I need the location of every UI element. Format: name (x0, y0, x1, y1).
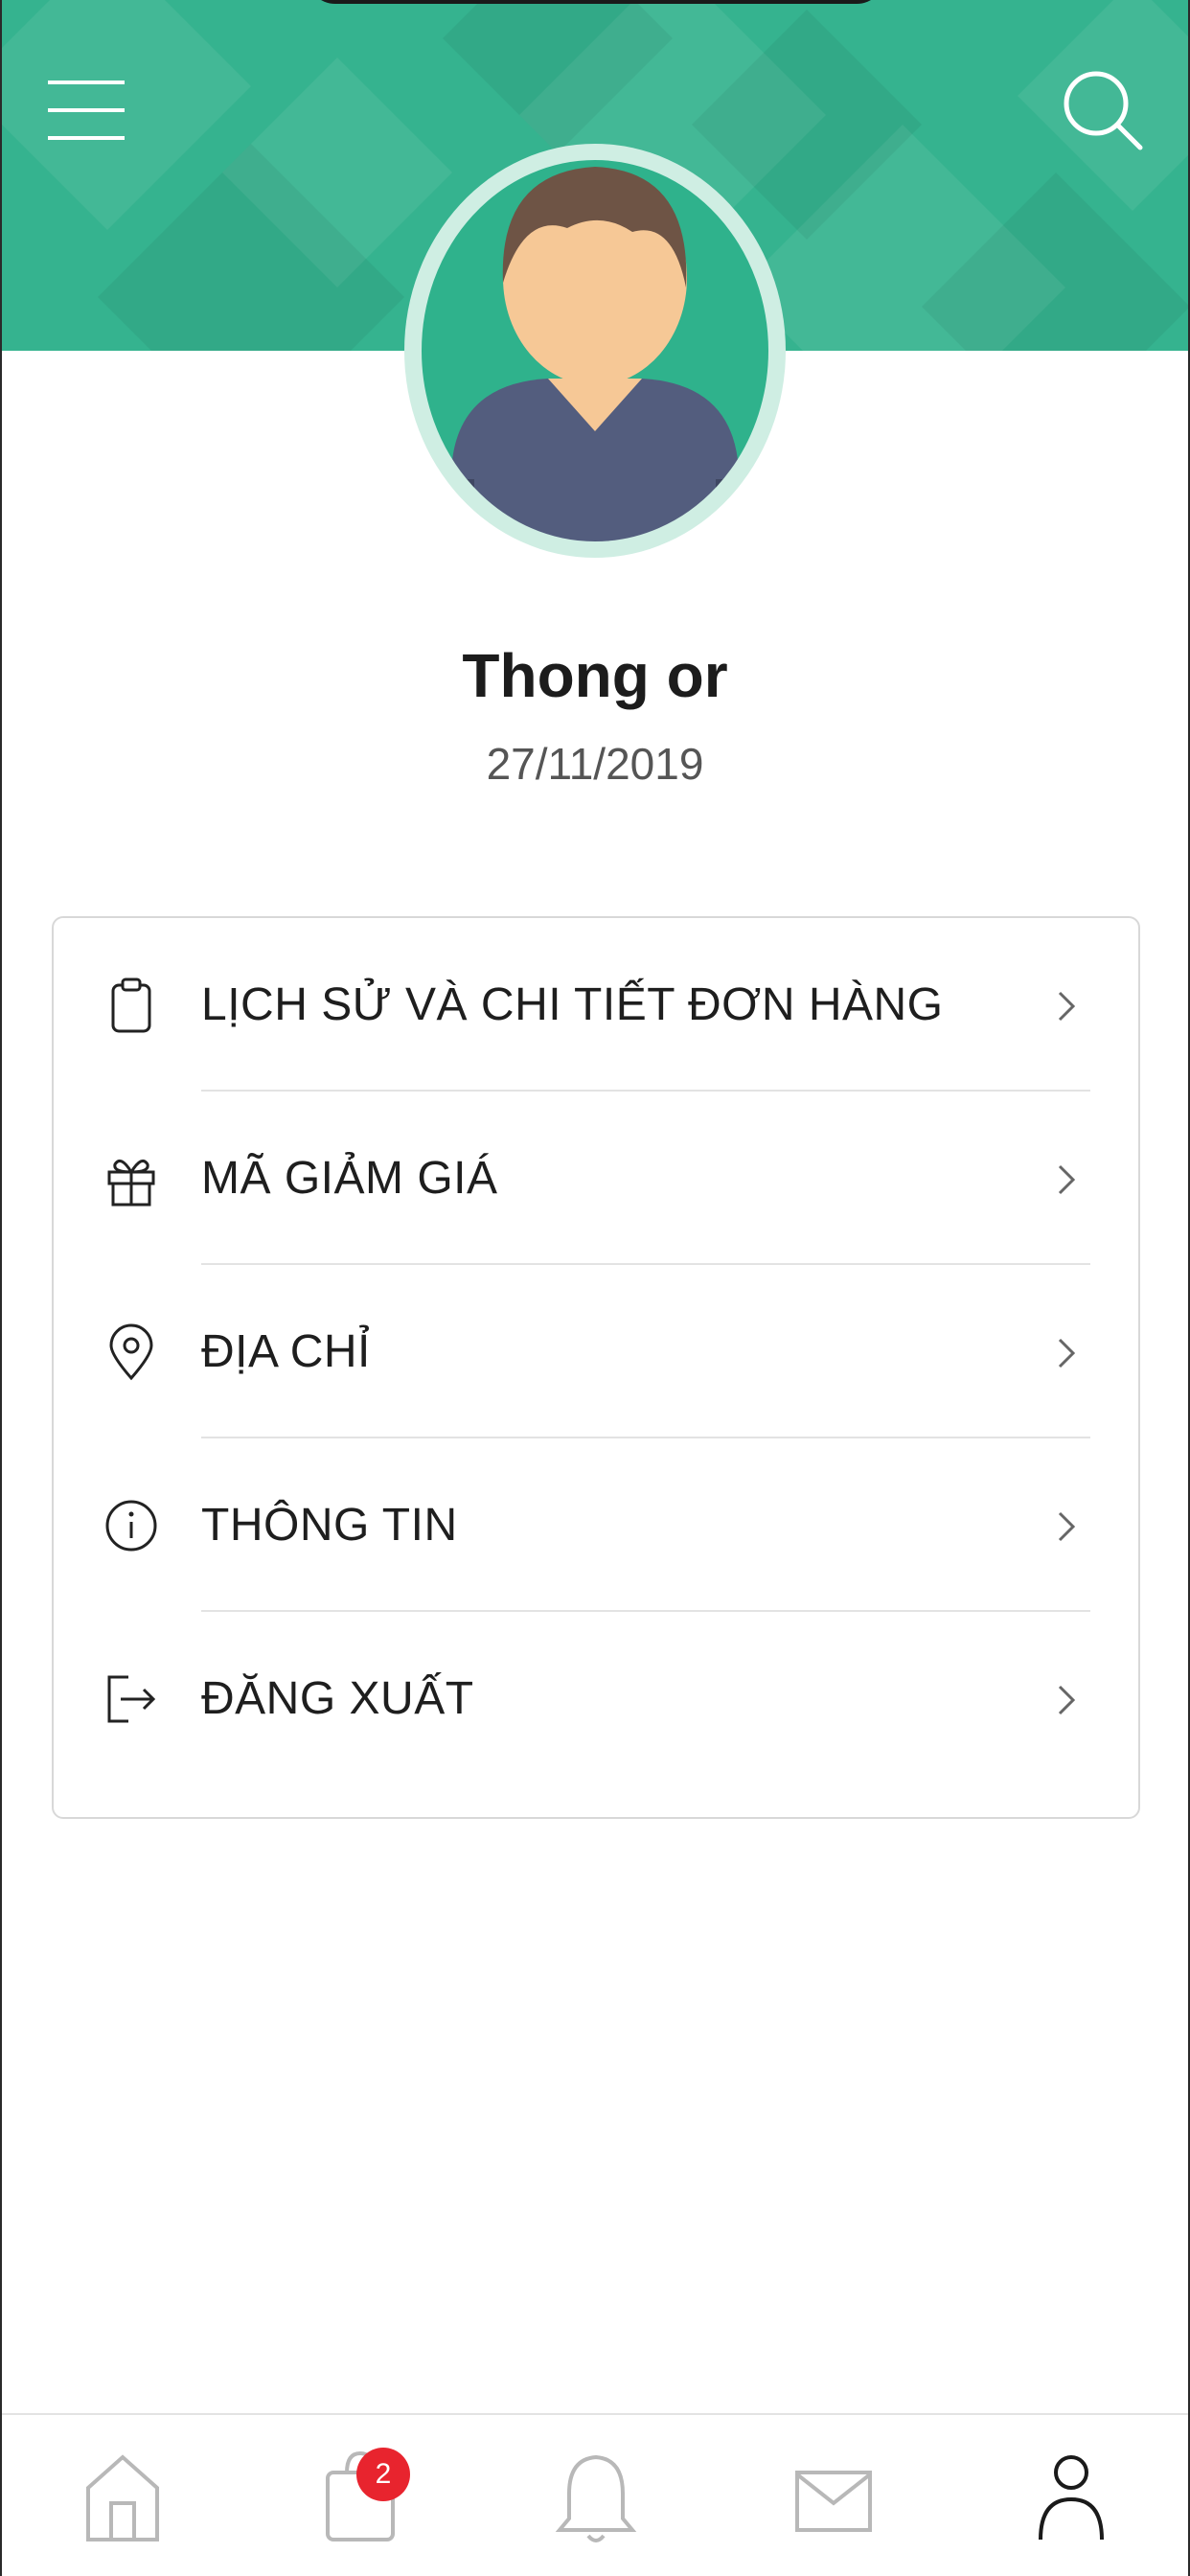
chevron-right-icon (1058, 1338, 1076, 1368)
menu-item-logout[interactable]: ĐĂNG XUẤT (54, 1612, 1138, 1785)
menu-item-vouchers[interactable]: MÃ GIẢM GIÁ (54, 1092, 1138, 1265)
device-notch (307, 0, 885, 4)
gift-icon (107, 1159, 155, 1207)
home-icon (86, 2454, 159, 2542)
tab-messages[interactable] (786, 2444, 881, 2549)
user-avatar[interactable] (404, 144, 786, 558)
menu-item-label: ĐỊA CHỈ (201, 1326, 371, 1377)
chevron-right-icon (1058, 1164, 1076, 1195)
user-icon (1039, 2455, 1104, 2541)
menu-item-order-history[interactable]: LỊCH SỬ VÀ CHI TIẾT ĐƠN HÀNG (54, 918, 1138, 1092)
menu-item-label: LỊCH SỬ VÀ CHI TIẾT ĐƠN HÀNG (201, 979, 944, 1030)
location-pin-icon (109, 1323, 153, 1381)
chevron-right-icon (1058, 1511, 1076, 1542)
chevron-right-icon (1058, 1685, 1076, 1715)
menu-item-info[interactable]: THÔNG TIN (54, 1438, 1138, 1612)
tab-notifications[interactable] (548, 2444, 644, 2549)
tab-home[interactable] (75, 2444, 171, 2549)
bell-icon (555, 2454, 637, 2542)
account-screen: Thong or 27/11/2019 LỊCH SỬ VÀ CHI TIẾT … (0, 0, 1190, 2576)
mail-icon (795, 2471, 872, 2532)
menu-item-label: THÔNG TIN (201, 1500, 458, 1551)
menu-item-label: MÃ GIẢM GIÁ (201, 1153, 498, 1204)
bottom-tab-bar (2, 2413, 1188, 2576)
search-icon[interactable] (1062, 69, 1144, 151)
logout-icon (107, 1675, 156, 1723)
info-icon (105, 1500, 157, 1552)
clipboard-icon (111, 978, 151, 1033)
menu-item-address[interactable]: ĐỊA CHỈ (54, 1265, 1138, 1438)
hamburger-menu-icon[interactable] (48, 79, 128, 142)
user-date: 27/11/2019 (486, 739, 704, 789)
menu-item-label: ĐĂNG XUẤT (201, 1673, 474, 1724)
tab-account[interactable] (1023, 2444, 1119, 2549)
chevron-right-icon (1058, 991, 1076, 1022)
user-name: Thong or (462, 641, 728, 710)
cart-badge: 2 (356, 2448, 410, 2501)
account-menu: LỊCH SỬ VÀ CHI TIẾT ĐƠN HÀNG MÃ GIẢM GIÁ (52, 916, 1140, 1819)
